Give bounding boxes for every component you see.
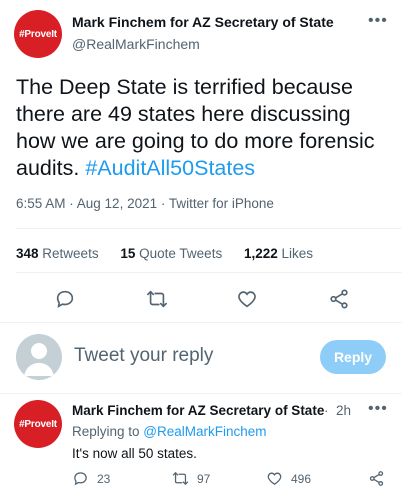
avatar[interactable]: #ProveIt	[14, 400, 62, 448]
reply-time[interactable]: 2h	[336, 403, 351, 418]
quotes-stat[interactable]: 15 Quote Tweets	[120, 246, 222, 261]
handle[interactable]: @RealMarkFinchem	[72, 36, 200, 52]
reply-icon[interactable]	[54, 288, 76, 310]
tweet-timestamp[interactable]: 6:55 AM · Aug 12, 2021 · Twitter for iPh…	[16, 196, 274, 211]
divider	[0, 322, 402, 323]
tweet-text: The Deep State is terrified because ther…	[16, 74, 396, 182]
reply-text: It's now all 50 states.	[72, 446, 197, 461]
retweet-count: 97	[197, 471, 211, 486]
divider	[0, 393, 402, 394]
default-avatar-icon	[16, 334, 62, 380]
quotes-label: Quote Tweets	[139, 246, 223, 261]
hashtag-link[interactable]: #AuditAll50States	[85, 156, 255, 180]
retweet-icon[interactable]	[146, 288, 168, 310]
reply-icon	[74, 472, 87, 486]
like-icon[interactable]	[236, 288, 258, 310]
avatar-text: #ProveIt	[19, 418, 57, 430]
reply-like-action[interactable]: 496	[266, 470, 311, 487]
likes-label: Likes	[281, 246, 314, 261]
like-count: 496	[291, 471, 312, 486]
share-icon[interactable]	[328, 288, 350, 310]
reply-display-name[interactable]: Mark Finchem for AZ Secretary of State	[72, 403, 324, 418]
retweets-count: 348	[16, 246, 39, 261]
reply-retweet-action[interactable]: 97	[172, 470, 210, 487]
likes-stat[interactable]: 1,222 Likes	[244, 246, 313, 261]
quotes-count: 15	[120, 246, 136, 261]
like-icon	[267, 472, 282, 485]
reply-share-action[interactable]	[368, 470, 393, 487]
reply-actions: 23 97 496	[0, 470, 402, 490]
more-horizontal-icon[interactable]: •••	[368, 12, 388, 30]
retweets-label: Retweets	[42, 246, 99, 261]
retweets-stat[interactable]: 348 Retweets	[16, 246, 99, 261]
divider	[16, 228, 402, 229]
reply-reply-action[interactable]: 23	[72, 470, 110, 487]
display-name[interactable]: Mark Finchem for AZ Secretary of State	[72, 14, 334, 30]
reply-button[interactable]: Reply	[320, 340, 386, 374]
tweet-stats: 348 Retweets 15 Quote Tweets 1,222 Likes	[16, 246, 331, 261]
avatar[interactable]: #ProveIt	[14, 10, 62, 58]
tweet-actions	[0, 288, 402, 312]
separator-dot: ·	[324, 403, 329, 418]
replying-handle-link[interactable]: @RealMarkFinchem	[143, 424, 266, 439]
likes-count: 1,222	[243, 246, 278, 261]
replying-to: Replying to @RealMarkFinchem	[72, 424, 267, 439]
divider	[16, 272, 402, 273]
reply-input[interactable]: Tweet your reply	[74, 345, 213, 367]
replying-prefix: Replying to	[72, 424, 144, 439]
retweet-icon	[172, 472, 189, 485]
reply-count: 23	[97, 471, 111, 486]
more-horizontal-icon[interactable]: •••	[368, 400, 388, 418]
share-icon	[369, 471, 384, 486]
avatar-text: #ProveIt	[19, 28, 57, 40]
